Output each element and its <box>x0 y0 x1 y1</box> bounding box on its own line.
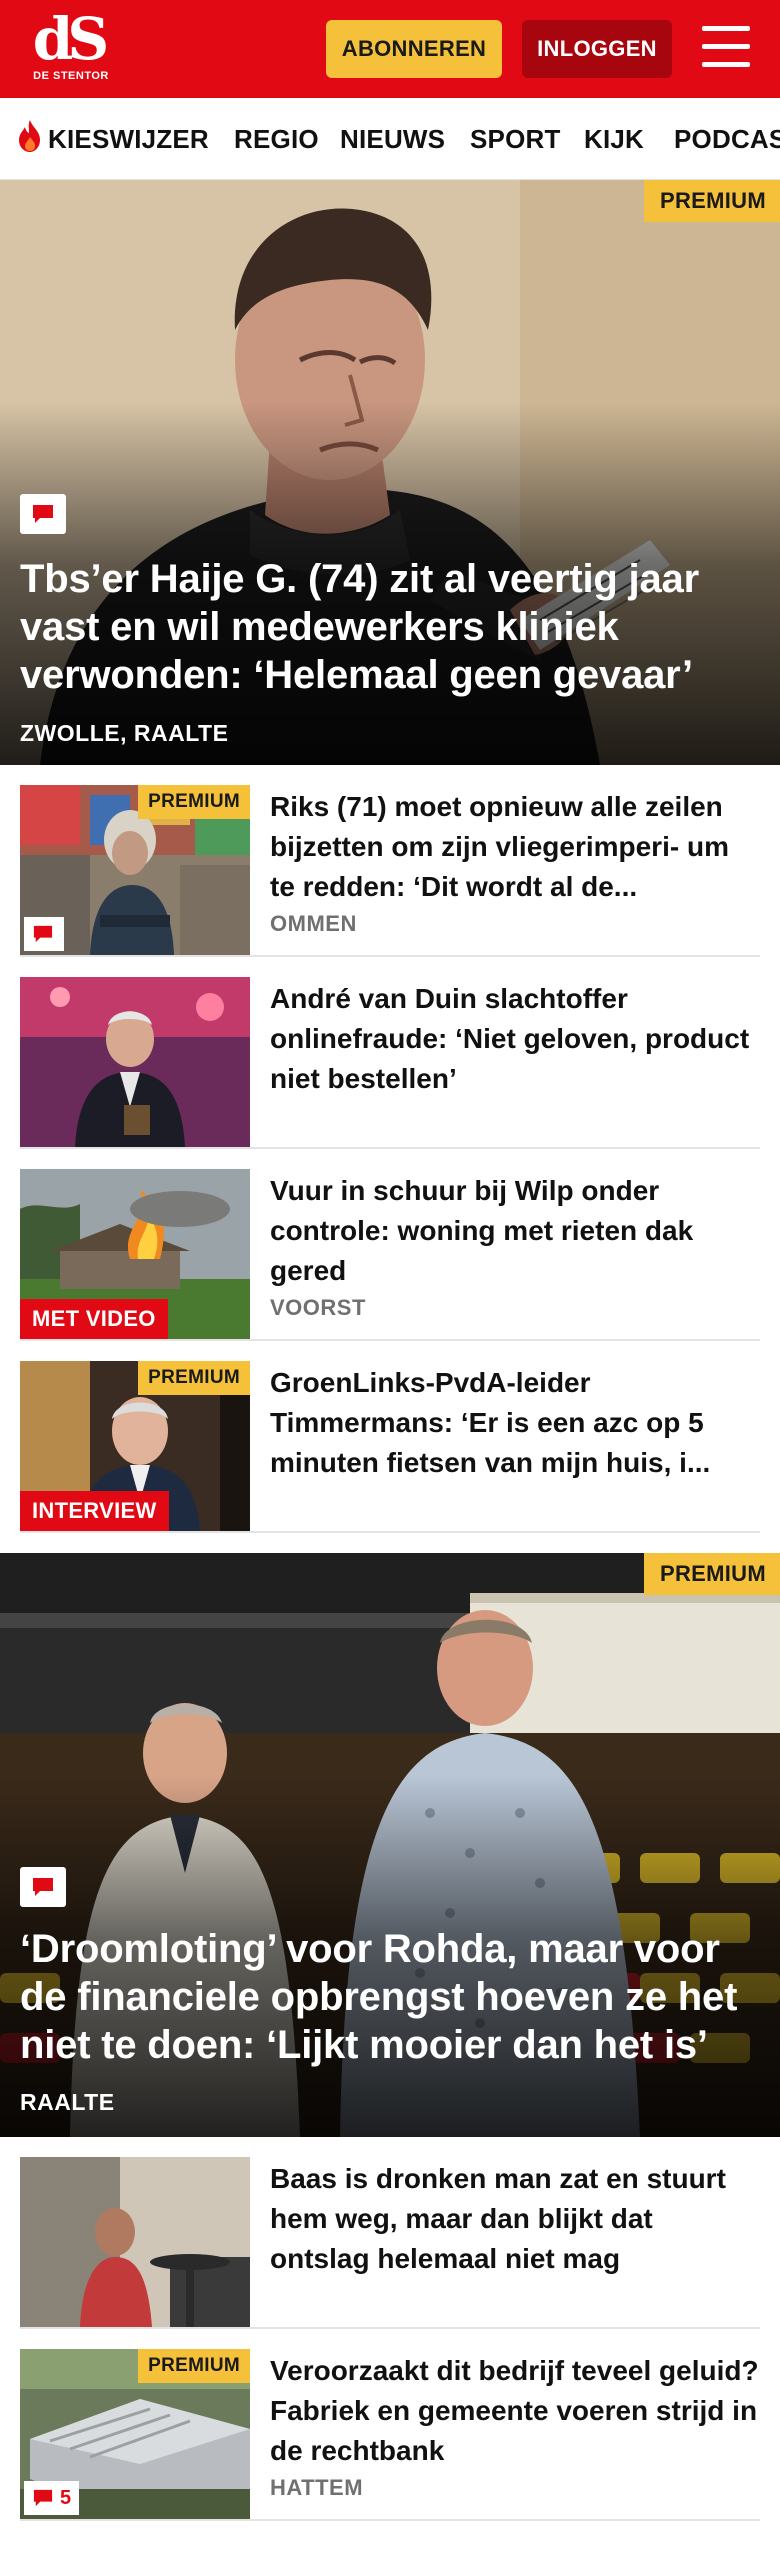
article-thumbnail: PREMIUM INTERVIEW <box>20 1361 250 1531</box>
article-thumbnail: MET VIDEO <box>20 1169 250 1339</box>
logo-subtitle: DE STENTOR <box>33 70 109 82</box>
hero-headline: ‘Droomloting’ voor Rohda, maar voor de f… <box>20 1927 738 2067</box>
article-headline: Riks (71) moet opnieuw alle zeilen bijze… <box>270 791 729 902</box>
site-header: dS DE STENTOR ABONNEREN INLOGGEN <box>0 0 780 98</box>
article-location: HATTEM <box>270 2475 364 2500</box>
comment-icon <box>20 1867 66 1907</box>
list-item[interactable]: PREMIUM INTERVIEW GroenLinks-PvdA-leider… <box>20 1341 760 1533</box>
subscribe-button[interactable]: ABONNEREN <box>326 20 502 78</box>
list-item[interactable]: André van Duin slachtoffer onlinefraude:… <box>20 957 760 1149</box>
hero-location: RAALTE <box>20 2089 115 2115</box>
nav-item-nieuws[interactable]: NIEUWS <box>340 98 445 179</box>
article-location: VOORST <box>270 1295 366 1320</box>
login-button[interactable]: INLOGGEN <box>522 20 672 78</box>
nav-item-podcast[interactable]: PODCAS <box>674 98 780 179</box>
article-thumbnail: PREMIUM <box>20 785 250 955</box>
interview-label: INTERVIEW <box>20 1491 169 1531</box>
comment-icon <box>33 2489 53 2507</box>
premium-badge: PREMIUM <box>138 2349 250 2383</box>
video-label: MET VIDEO <box>20 1299 168 1339</box>
comment-count-badge: 5 <box>24 2481 80 2515</box>
comment-icon <box>20 494 66 534</box>
flame-icon <box>16 119 44 160</box>
list-item[interactable]: Baas is dronken man zat en stuurt hem we… <box>20 2137 760 2329</box>
comment-icon <box>24 917 64 951</box>
article-thumbnail: PREMIUM 5 <box>20 2349 250 2519</box>
article-thumbnail <box>20 977 250 1147</box>
nav-item-sport[interactable]: SPORT <box>470 98 561 179</box>
article-thumbnail <box>20 2157 250 2327</box>
list-item[interactable]: PREMIUM 5 Veroorzaakt dit bedrijf teveel… <box>20 2329 760 2521</box>
site-logo[interactable]: dS DE STENTOR <box>28 10 114 90</box>
premium-badge: PREMIUM <box>138 785 250 819</box>
article-headline: Vuur in schuur bij Wilp onder controle: … <box>270 1175 694 1286</box>
nav-item-kieswijzer[interactable]: KIESWIJZER <box>16 98 209 179</box>
hero-headline: Tbs’er Haije G. (74) zit al veertig jaar… <box>20 557 699 697</box>
premium-badge: PREMIUM <box>138 1361 250 1395</box>
article-headline: Veroorzaakt dit bedrijf teveel geluid? F… <box>270 2355 759 2466</box>
nav-item-regio[interactable]: REGIO <box>234 98 319 179</box>
article-headline: André van Duin slachtoffer onlinefraude:… <box>270 983 750 1094</box>
hero-article-1[interactable]: PREMIUM Tbs’er Haije G. (74) zit al veer… <box>0 180 780 765</box>
article-headline: Baas is dronken man zat en stuurt hem we… <box>270 2163 726 2274</box>
list-item[interactable]: PREMIUM Riks (71) moet opnieuw alle zeil… <box>20 765 760 957</box>
hero-article-2[interactable]: PREMIUM ‘Droomloting’ voor Rohda, maar v… <box>0 1553 780 2137</box>
nav-item-label: KIESWIJZER <box>48 123 209 154</box>
list-item[interactable]: MET VIDEO Vuur in schuur bij Wilp onder … <box>20 1149 760 1341</box>
section-nav: KIESWIJZER REGIO NIEUWS SPORT KIJK PODCA… <box>0 98 780 180</box>
hero-location: ZWOLLE, RAALTE <box>20 720 229 746</box>
article-headline: GroenLinks-PvdA-leider Timmermans: ‘Er i… <box>270 1367 711 1478</box>
comment-count: 5 <box>60 2486 72 2509</box>
nav-item-kijk[interactable]: KIJK <box>584 98 644 179</box>
hamburger-menu-icon[interactable] <box>700 24 752 72</box>
logo-mark: dS <box>32 5 109 73</box>
premium-badge: PREMIUM <box>644 1553 780 1595</box>
premium-badge: PREMIUM <box>644 180 780 222</box>
article-location: OMMEN <box>270 911 357 936</box>
